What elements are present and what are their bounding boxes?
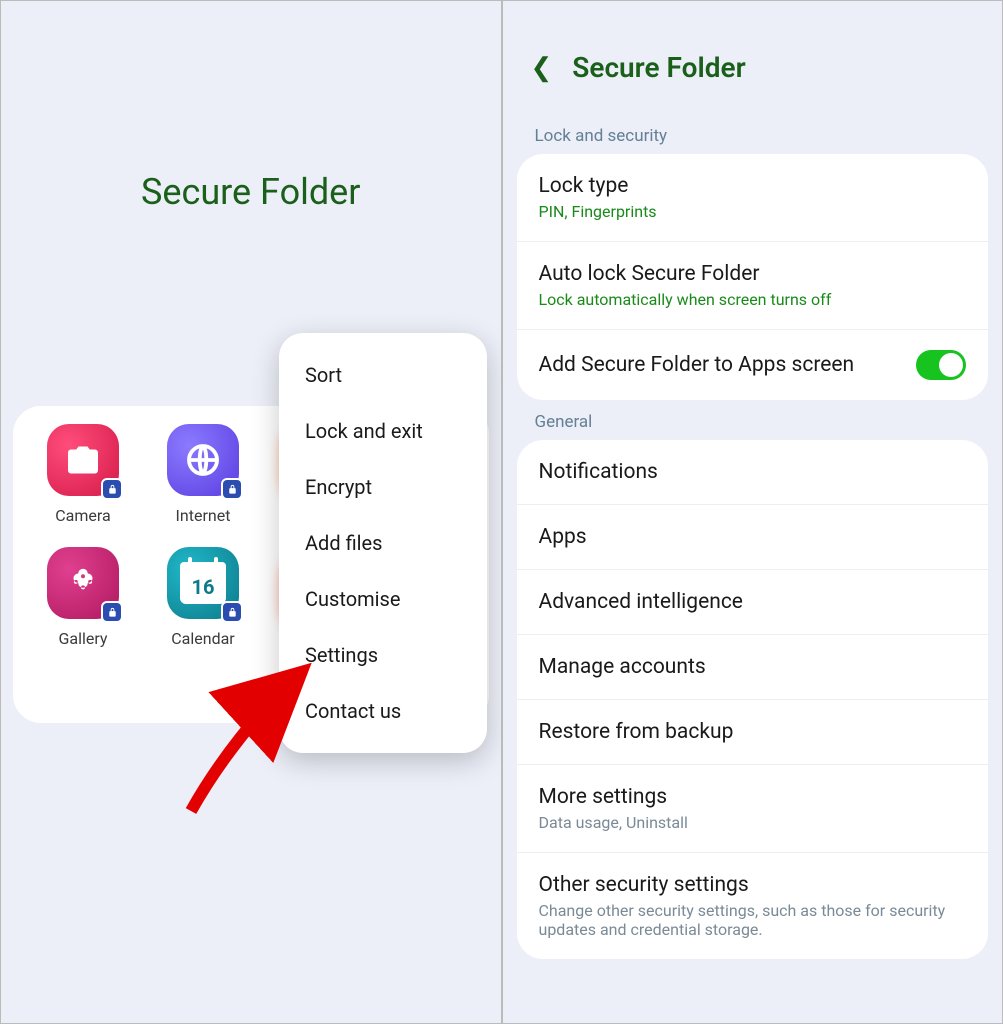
screen-secure-folder-settings: ❮ Secure Folder Lock and security Lock t… <box>502 0 1003 1024</box>
screen-secure-folder-home: Secure Folder Camera Internet <box>0 0 502 1024</box>
app-calendar[interactable]: 16 Calendar <box>143 547 263 648</box>
row-title: More settings <box>539 785 967 809</box>
row-add-to-apps-screen[interactable]: Add Secure Folder to Apps screen <box>517 330 989 400</box>
row-title: Restore from backup <box>539 720 967 744</box>
row-sub: PIN, Fingerprints <box>539 202 967 221</box>
row-title: Notifications <box>539 460 967 484</box>
menu-item-lock-and-exit[interactable]: Lock and exit <box>279 403 487 459</box>
internet-icon <box>167 424 239 496</box>
menu-item-contact-us[interactable]: Contact us <box>279 683 487 739</box>
row-title: Add Secure Folder to Apps screen <box>539 353 917 377</box>
camera-icon <box>47 424 119 496</box>
app-label: Internet <box>176 506 231 525</box>
toggle-add-to-apps[interactable] <box>916 350 966 380</box>
row-title: Apps <box>539 525 967 549</box>
row-other-security-settings[interactable]: Other security settings Change other sec… <box>517 853 989 959</box>
row-title: Manage accounts <box>539 655 967 679</box>
lock-badge-icon <box>101 478 123 500</box>
calendar-icon: 16 <box>167 547 239 619</box>
page-title: Secure Folder <box>1 171 501 213</box>
menu-item-encrypt[interactable]: Encrypt <box>279 459 487 515</box>
app-label: Gallery <box>59 629 108 648</box>
page-title: Secure Folder <box>572 51 745 84</box>
row-restore-backup[interactable]: Restore from backup <box>517 700 989 765</box>
row-advanced-intelligence[interactable]: Advanced intelligence <box>517 570 989 635</box>
app-gallery[interactable]: Gallery <box>23 547 143 648</box>
gallery-icon <box>47 547 119 619</box>
section-label-general: General <box>503 400 1003 440</box>
menu-item-add-files[interactable]: Add files <box>279 515 487 571</box>
calendar-day: 16 <box>180 570 226 604</box>
context-menu: Sort Lock and exit Encrypt Add files Cus… <box>279 333 487 753</box>
section-label-lock: Lock and security <box>503 114 1003 154</box>
row-title: Auto lock Secure Folder <box>539 262 967 286</box>
lock-badge-icon <box>221 601 243 623</box>
row-manage-accounts[interactable]: Manage accounts <box>517 635 989 700</box>
row-title: Advanced intelligence <box>539 590 967 614</box>
lock-badge-icon <box>101 601 123 623</box>
row-auto-lock[interactable]: Auto lock Secure Folder Lock automatical… <box>517 242 989 330</box>
row-notifications[interactable]: Notifications <box>517 440 989 505</box>
card-lock-security: Lock type PIN, Fingerprints Auto lock Se… <box>517 154 989 400</box>
card-general: Notifications Apps Advanced intelligence… <box>517 440 989 959</box>
back-icon[interactable]: ❮ <box>531 53 553 83</box>
menu-item-customise[interactable]: Customise <box>279 571 487 627</box>
app-internet[interactable]: Internet <box>143 424 263 525</box>
app-label: Calendar <box>171 629 234 648</box>
row-more-settings[interactable]: More settings Data usage, Uninstall <box>517 765 989 853</box>
lock-badge-icon <box>221 478 243 500</box>
row-lock-type[interactable]: Lock type PIN, Fingerprints <box>517 154 989 242</box>
row-sub: Data usage, Uninstall <box>539 813 967 832</box>
row-apps[interactable]: Apps <box>517 505 989 570</box>
row-title: Lock type <box>539 174 967 198</box>
row-sub: Change other security settings, such as … <box>539 901 967 939</box>
app-label: Camera <box>55 506 110 525</box>
header: ❮ Secure Folder <box>503 1 1003 114</box>
app-camera[interactable]: Camera <box>23 424 143 525</box>
row-sub: Lock automatically when screen turns off <box>539 290 967 309</box>
menu-item-sort[interactable]: Sort <box>279 347 487 403</box>
menu-item-settings[interactable]: Settings <box>279 627 487 683</box>
row-title: Other security settings <box>539 873 967 897</box>
